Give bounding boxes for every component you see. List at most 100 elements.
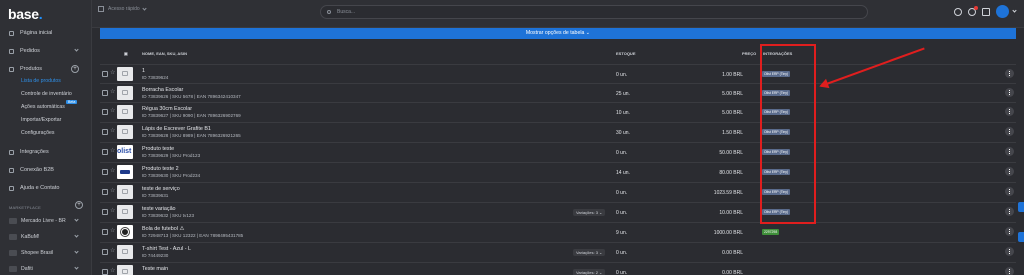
- star-icon[interactable]: ☆: [110, 267, 115, 274]
- variations-dropdown[interactable]: Variações: 2 ⌄: [573, 269, 606, 275]
- more-options-icon[interactable]: [1005, 107, 1014, 116]
- price-value[interactable]: 10.00 BRL: [719, 210, 743, 216]
- product-image-placeholder[interactable]: [117, 185, 133, 199]
- price-value[interactable]: 0.00 BRL: [722, 250, 743, 256]
- more-options-icon[interactable]: [1005, 147, 1014, 156]
- table-row[interactable]: ☆ Borracha Escolar ID 73839626 | SKU 5678 …: [100, 83, 1016, 102]
- stock-value[interactable]: 9 un.: [616, 230, 627, 236]
- product-name[interactable]: Lápis de Escrever Grafite B1: [142, 126, 211, 132]
- help-icon[interactable]: [954, 7, 962, 16]
- sidebar-item-help[interactable]: Ajuda e Contato: [0, 181, 92, 195]
- product-image-placeholder[interactable]: [117, 86, 133, 100]
- price-value[interactable]: 50.00 BRL: [719, 150, 743, 156]
- row-checkbox[interactable]: [102, 249, 108, 255]
- price-value[interactable]: 1.50 BRL: [722, 130, 743, 136]
- sidebar-item-orders[interactable]: Pedidos: [0, 44, 92, 58]
- stock-value[interactable]: 0 un.: [616, 150, 627, 156]
- star-icon[interactable]: ☆: [110, 227, 115, 234]
- marketplace-dafiti[interactable]: Dafiti: [0, 262, 92, 275]
- sidebar-sub-automatic-actions[interactable]: Ações automáticas: [21, 104, 65, 110]
- stock-value[interactable]: 0 un.: [616, 270, 627, 275]
- logo[interactable]: base.: [8, 6, 43, 22]
- stock-value[interactable]: 30 un.: [616, 130, 630, 136]
- table-row[interactable]: ☆ Régua 30cm Escolar ID 73839627 | SKU 909…: [100, 102, 1016, 121]
- table-row[interactable]: ☆ olist Produto teste ID 73839629 | SKU Pro…: [100, 142, 1016, 161]
- notifications-icon[interactable]: [968, 5, 978, 16]
- more-options-icon[interactable]: [1005, 207, 1014, 216]
- integration-badge[interactable]: 2297298: [762, 229, 780, 235]
- product-image-placeholder[interactable]: [117, 245, 133, 259]
- stock-value[interactable]: 0 un.: [616, 190, 627, 196]
- more-options-icon[interactable]: [1005, 187, 1014, 196]
- price-value[interactable]: 5.00 BRL: [722, 110, 743, 116]
- add-product-icon[interactable]: +: [71, 65, 79, 73]
- product-image-placeholder[interactable]: [117, 105, 133, 119]
- product-image[interactable]: [117, 165, 133, 179]
- product-name[interactable]: teste variação: [142, 206, 176, 212]
- product-image[interactable]: olist: [117, 145, 133, 159]
- product-name[interactable]: T-shirt Test - Azul - L: [142, 246, 191, 252]
- table-row[interactable]: ☆ 1 ID 73839624 0 un. 1.00 BRL Olist ERP (Tin…: [100, 64, 1016, 83]
- price-value[interactable]: 0.00 BRL: [722, 270, 743, 275]
- price-value[interactable]: 1023.59 BRL: [714, 190, 743, 196]
- row-checkbox[interactable]: [102, 71, 108, 77]
- row-checkbox[interactable]: [102, 189, 108, 195]
- side-tab-button[interactable]: [1018, 202, 1024, 212]
- marketplace-shopee[interactable]: Shopee Brasil: [0, 246, 92, 259]
- add-marketplace-icon[interactable]: +: [75, 201, 83, 209]
- row-checkbox[interactable]: [102, 129, 108, 135]
- star-icon[interactable]: ☆: [110, 247, 115, 254]
- star-icon[interactable]: ☆: [110, 127, 115, 134]
- product-image-placeholder[interactable]: [117, 205, 133, 219]
- product-name[interactable]: Régua 30cm Escolar: [142, 106, 192, 112]
- column-header-price[interactable]: PREÇO: [742, 51, 756, 56]
- row-checkbox[interactable]: [102, 229, 108, 235]
- star-icon[interactable]: ☆: [110, 107, 115, 114]
- variations-dropdown[interactable]: Variações: 3 ⌄: [573, 209, 606, 216]
- product-name[interactable]: 1: [142, 68, 145, 74]
- product-image[interactable]: [117, 225, 133, 239]
- quick-access-menu[interactable]: Acesso rápido: [98, 5, 147, 12]
- sidebar-sub-settings[interactable]: Configurações: [21, 130, 54, 136]
- more-options-icon[interactable]: [1005, 69, 1014, 78]
- avatar[interactable]: [996, 5, 1009, 18]
- product-name[interactable]: Produto teste: [142, 146, 174, 152]
- product-name[interactable]: Bola de futebol ⚠: [142, 226, 184, 232]
- more-options-icon[interactable]: [1005, 167, 1014, 176]
- marketplace-kabum[interactable]: KaBuM!: [0, 230, 92, 243]
- product-image-placeholder[interactable]: [117, 125, 133, 139]
- price-value[interactable]: 1000.00 BRL: [714, 230, 743, 236]
- table-row[interactable]: ☆ Lápis de Escrever Grafite B1 ID 73839628…: [100, 122, 1016, 141]
- row-checkbox[interactable]: [102, 90, 108, 96]
- row-checkbox[interactable]: [102, 149, 108, 155]
- stock-value[interactable]: 0 un.: [616, 250, 627, 256]
- table-row[interactable]: ☆ T-shirt Test - Azul - L ID 74449230 Varia…: [100, 242, 1016, 261]
- stock-value[interactable]: 25 un.: [616, 91, 630, 97]
- star-icon[interactable]: ☆: [110, 167, 115, 174]
- show-table-options-button[interactable]: Mostrar opções de tabela ⌄: [100, 28, 1016, 39]
- product-name[interactable]: Teste main: [142, 266, 168, 272]
- sidebar-sub-import-export[interactable]: Importar/Exportar: [21, 117, 61, 123]
- search-input[interactable]: Busca...: [320, 5, 868, 19]
- more-options-icon[interactable]: [1005, 227, 1014, 236]
- stock-value[interactable]: 10 un.: [616, 110, 630, 116]
- star-icon[interactable]: ☆: [110, 88, 115, 95]
- product-name[interactable]: teste de serviço: [142, 186, 180, 192]
- row-checkbox[interactable]: [102, 169, 108, 175]
- row-checkbox[interactable]: [102, 269, 108, 275]
- column-header-name[interactable]: NOME, EAN, SKU, ASIN: [142, 51, 187, 56]
- more-options-icon[interactable]: [1005, 247, 1014, 256]
- star-icon[interactable]: ☆: [110, 207, 115, 214]
- price-value[interactable]: 1.00 BRL: [722, 72, 743, 78]
- table-row[interactable]: ☆ teste de serviço ID 73839631 0 un. 1023.59…: [100, 182, 1016, 201]
- apps-icon[interactable]: [982, 7, 990, 16]
- row-checkbox[interactable]: [102, 209, 108, 215]
- stock-value[interactable]: 14 un.: [616, 170, 630, 176]
- table-row[interactable]: ☆ Bola de futebol ⚠ ID 72948713 | SKU 1232…: [100, 222, 1016, 241]
- table-row[interactable]: ☆ Teste main Variações: 2 ⌄ 0 un. 0.00 BRL: [100, 262, 1016, 275]
- sidebar-item-b2b[interactable]: Conexão B2B: [0, 163, 92, 177]
- more-options-icon[interactable]: [1005, 267, 1014, 275]
- table-row[interactable]: ☆ Produto teste 2 ID 73839630 | SKU Prod23…: [100, 162, 1016, 181]
- star-icon[interactable]: ☆: [110, 69, 115, 76]
- more-options-icon[interactable]: [1005, 88, 1014, 97]
